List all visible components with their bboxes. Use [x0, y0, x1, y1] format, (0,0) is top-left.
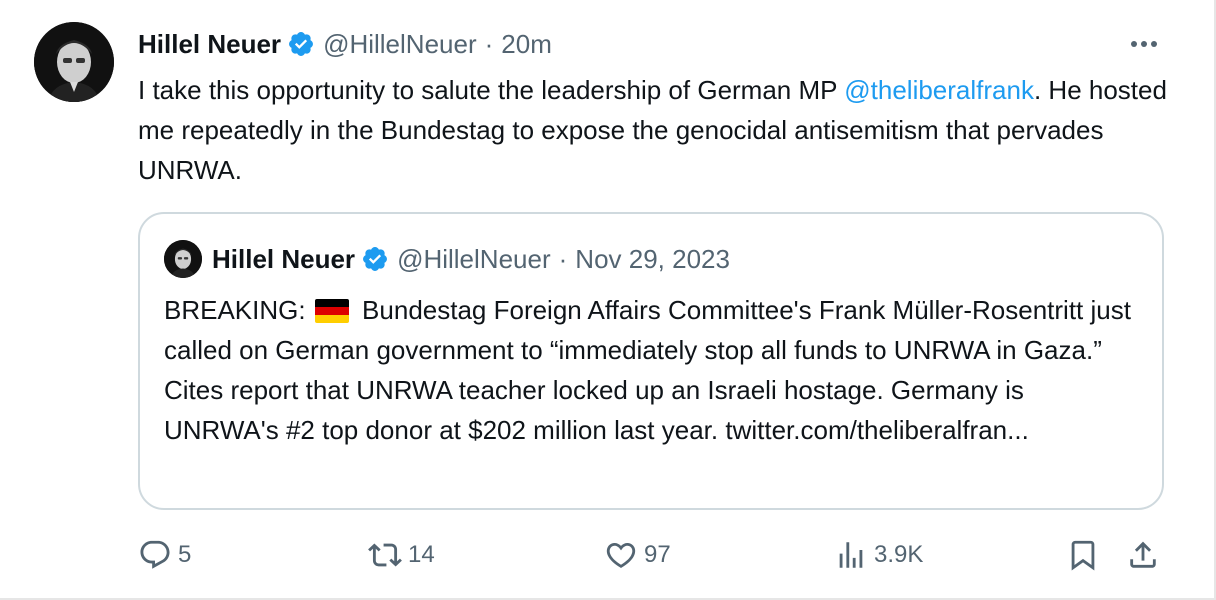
- tweet-text: I take this opportunity to salute the le…: [138, 70, 1178, 190]
- views-count: 3.9K: [874, 541, 924, 568]
- quoted-header: Hillel Neuer @HillelNeuer · Nov 29, 2023: [212, 240, 730, 278]
- quoted-text: BREAKING: Bundestag Foreign Affairs Comm…: [164, 290, 1144, 450]
- views-button[interactable]: 3.9K: [834, 538, 923, 572]
- separator-dot: ·: [558, 243, 568, 274]
- verified-badge-icon: [361, 245, 389, 273]
- repost-button[interactable]: 14: [368, 538, 435, 572]
- repost-count: 14: [408, 541, 435, 568]
- author-handle[interactable]: @HillelNeuer: [323, 29, 477, 60]
- tweet-card: Hillel Neuer @HillelNeuer · 20m I take t…: [0, 0, 1216, 600]
- share-icon: [1126, 538, 1160, 572]
- bookmark-button[interactable]: [1066, 538, 1100, 572]
- repost-icon: [368, 538, 402, 572]
- like-button[interactable]: 97: [604, 538, 671, 572]
- author-name[interactable]: Hillel Neuer: [138, 29, 281, 60]
- quoted-avatar[interactable]: [164, 240, 202, 278]
- quoted-author-name[interactable]: Hillel Neuer: [212, 244, 355, 275]
- tweet-text-start: I take this opportunity to salute the le…: [138, 75, 845, 105]
- reply-icon: [138, 538, 172, 572]
- tweet-header: Hillel Neuer @HillelNeuer · 20m: [138, 26, 552, 62]
- germany-flag-icon: [314, 299, 349, 323]
- mention-link[interactable]: @theliberalfrank: [844, 75, 1034, 105]
- more-options-icon[interactable]: [1124, 32, 1164, 56]
- reply-button[interactable]: 5: [138, 538, 191, 572]
- quoted-text-prefix: BREAKING:: [164, 295, 313, 325]
- quoted-tweet[interactable]: Hillel Neuer @HillelNeuer · Nov 29, 2023…: [138, 212, 1164, 510]
- bookmark-icon: [1066, 538, 1100, 572]
- tweet-timestamp[interactable]: 20m: [501, 29, 552, 60]
- action-bar: 5 14 97 3.9K: [0, 530, 1216, 580]
- quoted-handle[interactable]: @HillelNeuer: [397, 244, 551, 275]
- verified-badge-icon: [287, 30, 315, 58]
- quoted-date[interactable]: Nov 29, 2023: [575, 244, 730, 275]
- heart-icon: [604, 538, 638, 572]
- like-count: 97: [644, 541, 671, 568]
- share-button[interactable]: [1126, 538, 1160, 572]
- reply-count: 5: [178, 541, 192, 568]
- avatar[interactable]: [34, 22, 114, 102]
- views-icon: [834, 538, 868, 572]
- separator-dot: ·: [484, 28, 494, 59]
